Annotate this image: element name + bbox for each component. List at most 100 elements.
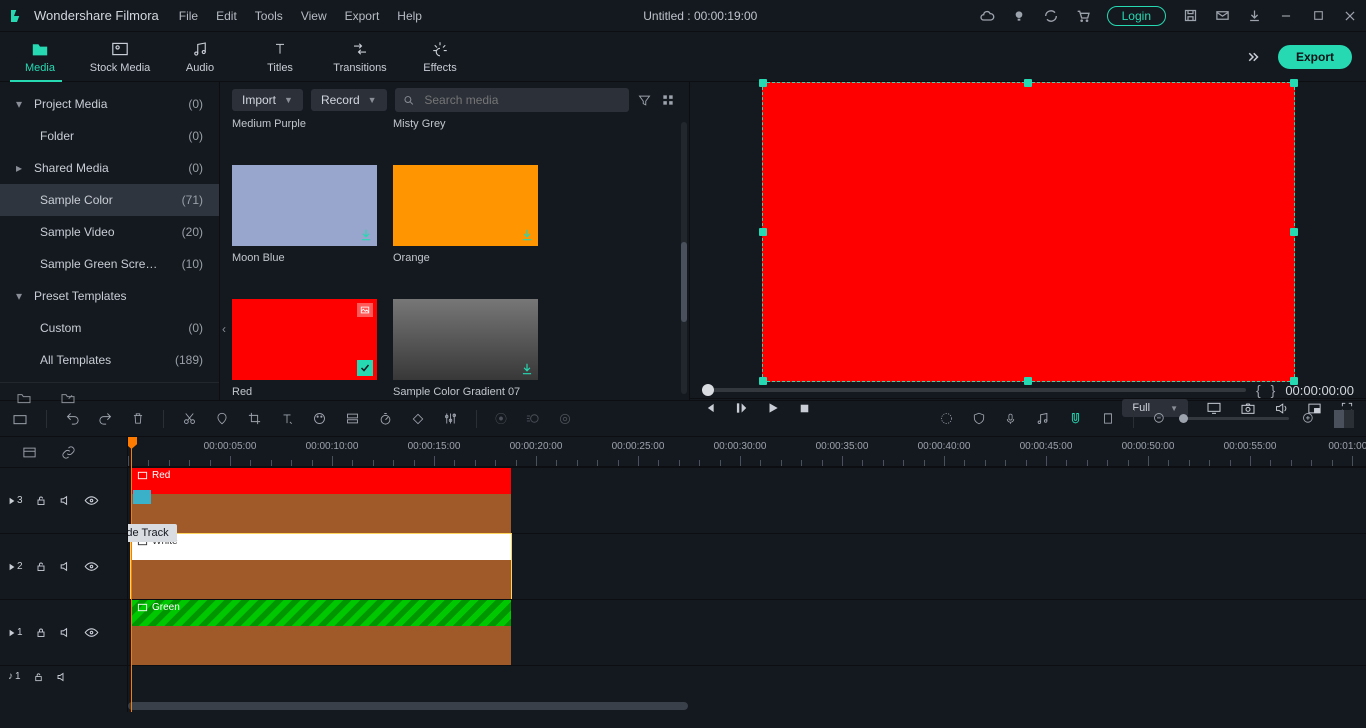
cloud-icon[interactable] [979, 8, 995, 24]
mic-icon[interactable] [1004, 411, 1017, 427]
cart-icon[interactable] [1075, 8, 1091, 24]
bulb-icon[interactable] [1011, 8, 1027, 24]
seek-knob[interactable] [702, 384, 714, 396]
magnet-icon[interactable] [1068, 411, 1083, 426]
login-button[interactable]: Login [1107, 6, 1166, 26]
sidebar-item-sample-green[interactable]: Sample Green Scre…(10) [0, 248, 219, 280]
clip-white[interactable]: White [131, 534, 511, 599]
mixer-icon[interactable] [1035, 411, 1050, 426]
cut-icon[interactable] [182, 411, 197, 426]
search-input[interactable] [422, 92, 621, 108]
thumb-gradient-07[interactable]: Sample Color Gradient 07 [393, 299, 538, 400]
minimize-icon[interactable] [1278, 8, 1294, 24]
search-media[interactable] [395, 88, 629, 112]
menu-edit[interactable]: Edit [216, 9, 237, 23]
menu-tools[interactable]: Tools [255, 9, 283, 23]
media-scrollbar[interactable] [681, 122, 687, 394]
motion-icon[interactable] [525, 411, 540, 426]
mark-out-icon[interactable]: } [1271, 382, 1276, 398]
mute-icon[interactable] [59, 560, 72, 573]
text-tool-icon[interactable] [280, 412, 294, 426]
hsv-icon[interactable]: ⦿ [495, 410, 507, 427]
tab-transitions[interactable]: Transitions [320, 40, 400, 74]
more-tabs-icon[interactable] [1244, 50, 1262, 64]
save-icon[interactable] [1182, 8, 1198, 24]
mark-in-icon[interactable]: { [1256, 382, 1261, 398]
play-pause-icon[interactable] [734, 401, 748, 415]
visibility-icon[interactable] [84, 561, 99, 572]
visibility-icon[interactable] [84, 627, 99, 638]
maximize-icon[interactable] [1310, 8, 1326, 24]
volume-icon[interactable] [1274, 401, 1289, 416]
sidebar-item-custom[interactable]: Custom(0) [0, 312, 219, 344]
sidebar-item-folder[interactable]: Folder(0) [0, 120, 219, 152]
step-back-icon[interactable] [702, 401, 716, 415]
playhead[interactable] [131, 437, 132, 712]
keyframe-icon[interactable] [411, 412, 425, 426]
timeline-ruler[interactable]: 00:00:05:0000:00:10:0000:00:15:0000:00:2… [128, 437, 1366, 467]
tab-media[interactable]: Media [0, 40, 80, 74]
speed-icon[interactable] [378, 411, 393, 426]
clip-green[interactable]: Green [131, 600, 511, 665]
track-1[interactable]: Green [128, 599, 1366, 665]
timeline-options-icon[interactable] [22, 446, 37, 459]
import-dropdown[interactable]: Import▼ [232, 89, 303, 111]
tab-titles[interactable]: Titles [240, 40, 320, 74]
color-icon[interactable] [312, 411, 327, 426]
zoom-in-icon[interactable] [1301, 411, 1316, 426]
scroll-left-icon[interactable]: ‹ [222, 322, 226, 336]
mute-icon[interactable] [56, 671, 68, 683]
play-icon[interactable] [766, 401, 780, 415]
preview-seek-track[interactable] [702, 388, 1246, 392]
grid-view-icon[interactable] [661, 93, 677, 107]
lock-icon[interactable] [35, 560, 47, 573]
thumb-red[interactable]: Red [232, 299, 377, 400]
menu-view[interactable]: View [301, 9, 327, 23]
link-folder-icon[interactable] [60, 391, 76, 405]
track-expand-1[interactable]: 1 [8, 627, 23, 638]
tab-effects[interactable]: Effects [400, 40, 480, 74]
record-dropdown[interactable]: Record▼ [311, 89, 387, 111]
sidebar-item-all-templates[interactable]: All Templates(189) [0, 344, 219, 376]
add-marker-icon[interactable] [1101, 411, 1115, 426]
clip-red[interactable]: Red [131, 468, 511, 533]
undo-icon[interactable] [65, 411, 80, 426]
refresh-icon[interactable] [1043, 8, 1059, 24]
thumb-orange[interactable]: Orange [393, 165, 538, 266]
snapshot-icon[interactable] [1240, 401, 1256, 415]
menu-help[interactable]: Help [397, 9, 422, 23]
thumb-moon-blue[interactable]: Moon Blue [232, 165, 377, 266]
marker-icon[interactable] [215, 411, 229, 426]
tab-stock-media[interactable]: Stock Media [80, 40, 160, 74]
tab-audio[interactable]: Audio [160, 40, 240, 74]
shield-icon[interactable] [972, 411, 986, 426]
track-expand-2[interactable]: 2 [8, 561, 23, 572]
download-icon[interactable] [520, 362, 534, 376]
timeline-hscroll[interactable] [128, 700, 1366, 712]
adjust-icon[interactable] [443, 411, 458, 426]
mute-icon[interactable] [59, 626, 72, 639]
filter-icon[interactable] [637, 93, 653, 108]
menu-file[interactable]: File [179, 9, 198, 23]
menu-export[interactable]: Export [345, 9, 380, 23]
detach-icon[interactable] [345, 411, 360, 426]
auto-reframe-icon[interactable] [939, 411, 954, 426]
track-2[interactable]: White [128, 533, 1366, 599]
sidebar-item-sample-color[interactable]: Sample Color(71) [0, 184, 219, 216]
new-folder-icon[interactable] [16, 391, 32, 405]
lock-icon[interactable] [35, 626, 47, 639]
dual-view-toggle[interactable] [1334, 410, 1354, 428]
lock-icon[interactable] [35, 494, 47, 507]
zoom-out-icon[interactable] [1152, 411, 1167, 426]
display-icon[interactable] [1206, 401, 1222, 415]
zoom-slider[interactable] [1179, 417, 1289, 420]
mask-icon[interactable] [558, 412, 572, 426]
download-icon[interactable] [1246, 8, 1262, 24]
download-icon[interactable] [359, 228, 373, 242]
stop-icon[interactable] [798, 402, 811, 415]
sidebar-item-sample-video[interactable]: Sample Video(20) [0, 216, 219, 248]
crop-icon[interactable] [247, 411, 262, 426]
sidebar-item-preset-templates[interactable]: ▾Preset Templates [0, 280, 219, 312]
export-button[interactable]: Export [1278, 45, 1352, 69]
mute-icon[interactable] [59, 494, 72, 507]
